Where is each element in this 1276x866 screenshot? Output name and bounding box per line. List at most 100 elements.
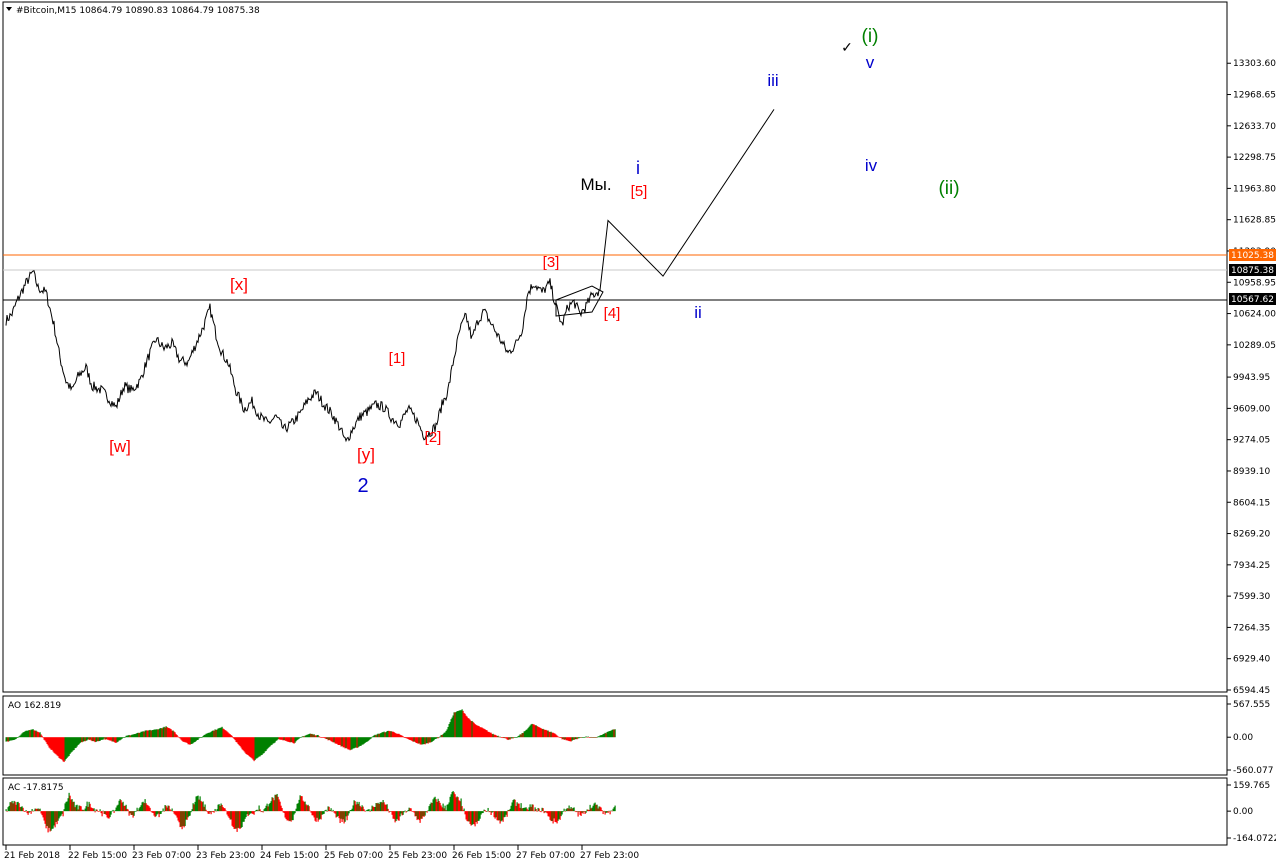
price-tags: 11025.38 10875.38 10567.62 — [1229, 249, 1276, 305]
ac-bar — [96, 809, 98, 812]
ao-axis-label: -560.077 — [1233, 766, 1273, 776]
time-axis-label: 22 Feb 15:00 — [68, 851, 127, 861]
ac-bar — [325, 809, 327, 812]
ac-bar — [22, 807, 24, 812]
current-price-tag-label: 10875.38 — [1231, 266, 1274, 276]
price-axis-label: 12968.65 — [1233, 91, 1276, 101]
price-axis-label: 13303.60 — [1233, 59, 1276, 69]
ac-bar — [585, 811, 587, 813]
price-axis[interactable]: 13303.60 12968.65 12633.70 12298.75 11963.80… — [1227, 59, 1276, 696]
ac-bar — [294, 811, 296, 814]
checkmark-icon: ✓ — [841, 39, 853, 55]
ac-bar — [602, 811, 604, 815]
ac-bar — [426, 811, 428, 813]
wave-label-3: [3] — [543, 254, 560, 271]
wave-label-iv: iv — [865, 156, 878, 175]
price-axis-label: 9943.95 — [1233, 373, 1270, 383]
time-axis-label: 23 Feb 23:00 — [196, 851, 255, 861]
ac-bar — [487, 807, 489, 812]
ac-indicator-panel[interactable]: AC -17.8175 — [2, 777, 1228, 846]
ac-bar — [281, 808, 283, 812]
time-axis-label: 21 Feb 2018 — [4, 851, 60, 861]
note-label: Мы. — [580, 175, 611, 194]
ac-bar — [330, 808, 332, 812]
ac-bar — [601, 810, 603, 812]
ac-bar — [213, 811, 215, 813]
ac-bar — [127, 809, 129, 812]
ao-axis-label: 0.00 — [1233, 733, 1253, 743]
ao-axis-label: 567.555 — [1233, 700, 1270, 710]
ac-bar — [403, 811, 405, 813]
ac-bar — [369, 811, 371, 812]
ac-bar — [254, 811, 256, 812]
ac-bar — [486, 811, 488, 812]
ac-bar — [364, 811, 366, 812]
time-axis-label: 26 Feb 15:00 — [452, 851, 511, 861]
ac-title: AC -17.8175 — [8, 783, 64, 793]
ao-bar — [17, 737, 19, 738]
trading-terminal: [w] [x] [y] 2 [1] [2] [3] [4] [5] i ii i… — [2, 1, 1276, 861]
ac-axis-label: -164.0722 — [1233, 834, 1276, 844]
ac-bar — [326, 811, 328, 812]
price-chart-frame — [2, 1, 1228, 693]
ac-bar — [25, 810, 27, 812]
ac-bar — [93, 808, 95, 812]
ac-bar — [562, 811, 564, 812]
ac-bar — [463, 808, 465, 812]
ac-axis-label: 0.00 — [1233, 807, 1253, 817]
wave-label-v: v — [866, 53, 875, 72]
ac-axis-label: 159.765 — [1233, 781, 1270, 791]
ac-bar — [112, 809, 114, 812]
price-axis-label: 6594.45 — [1233, 686, 1270, 696]
ac-bar — [607, 811, 609, 813]
ac-bar — [536, 811, 538, 812]
time-axis-label: 23 Feb 07:00 — [132, 851, 191, 861]
ac-bar — [387, 808, 389, 812]
wave-label-iii: iii — [767, 71, 778, 90]
ac-bar — [110, 811, 112, 815]
price-axis-label: 11963.80 — [1233, 184, 1276, 194]
ac-bar — [62, 811, 64, 817]
price-axis-label: 9274.05 — [1233, 436, 1270, 446]
ac-bar — [540, 811, 542, 813]
ac-bar — [609, 811, 611, 815]
price-axis-label: 8604.15 — [1233, 498, 1270, 508]
ao-bar — [41, 735, 43, 738]
ao-title: AO 162.819 — [8, 701, 61, 711]
ac-bar — [190, 811, 192, 813]
ac-bar — [5, 809, 7, 812]
ac-bar — [538, 808, 540, 812]
ac-bar — [259, 809, 261, 812]
price-axis-label: 12633.70 — [1233, 122, 1276, 132]
ao-bar — [614, 729, 616, 738]
ac-bar — [363, 809, 365, 812]
wave-label-2: 2 — [357, 475, 368, 497]
ao-bar — [499, 736, 501, 738]
wave-label-5: [5] — [631, 183, 648, 200]
ac-bar — [162, 808, 164, 812]
price-axis-label: 8939.10 — [1233, 467, 1270, 477]
ac-bar — [506, 811, 508, 817]
price-axis-label: 8269.20 — [1233, 530, 1270, 540]
ac-bar — [101, 811, 103, 817]
wave-label-ii-paren: (ii) — [938, 178, 959, 199]
ac-bar — [39, 808, 41, 812]
ao-indicator-panel[interactable]: AO 162.819 — [2, 695, 1228, 776]
price-chart-panel[interactable]: [w] [x] [y] 2 [1] [2] [3] [4] [5] i ii i… — [2, 1, 1228, 693]
ao-axis: 567.555 0.00 -560.077 — [1227, 700, 1273, 776]
price-axis-label: 11628.85 — [1233, 216, 1276, 226]
ac-bar — [94, 811, 96, 813]
price-axis-label: 10624.00 — [1233, 310, 1276, 320]
ac-bar — [225, 810, 227, 812]
ac-bar — [484, 810, 486, 812]
ac-bar — [149, 807, 151, 812]
ac-bar — [563, 808, 565, 812]
ac-bar — [6, 811, 8, 812]
chart-title: #Bitcoin,M15 10864.79 10890.83 10864.79 … — [16, 6, 260, 16]
ac-bar — [535, 809, 537, 812]
ac-bar — [171, 808, 173, 812]
ao-bar — [370, 737, 372, 739]
ac-bar — [30, 811, 32, 814]
ao-bar — [231, 735, 233, 738]
time-axis[interactable]: 21 Feb 2018 22 Feb 15:00 23 Feb 07:00 23 Fe… — [4, 845, 639, 861]
